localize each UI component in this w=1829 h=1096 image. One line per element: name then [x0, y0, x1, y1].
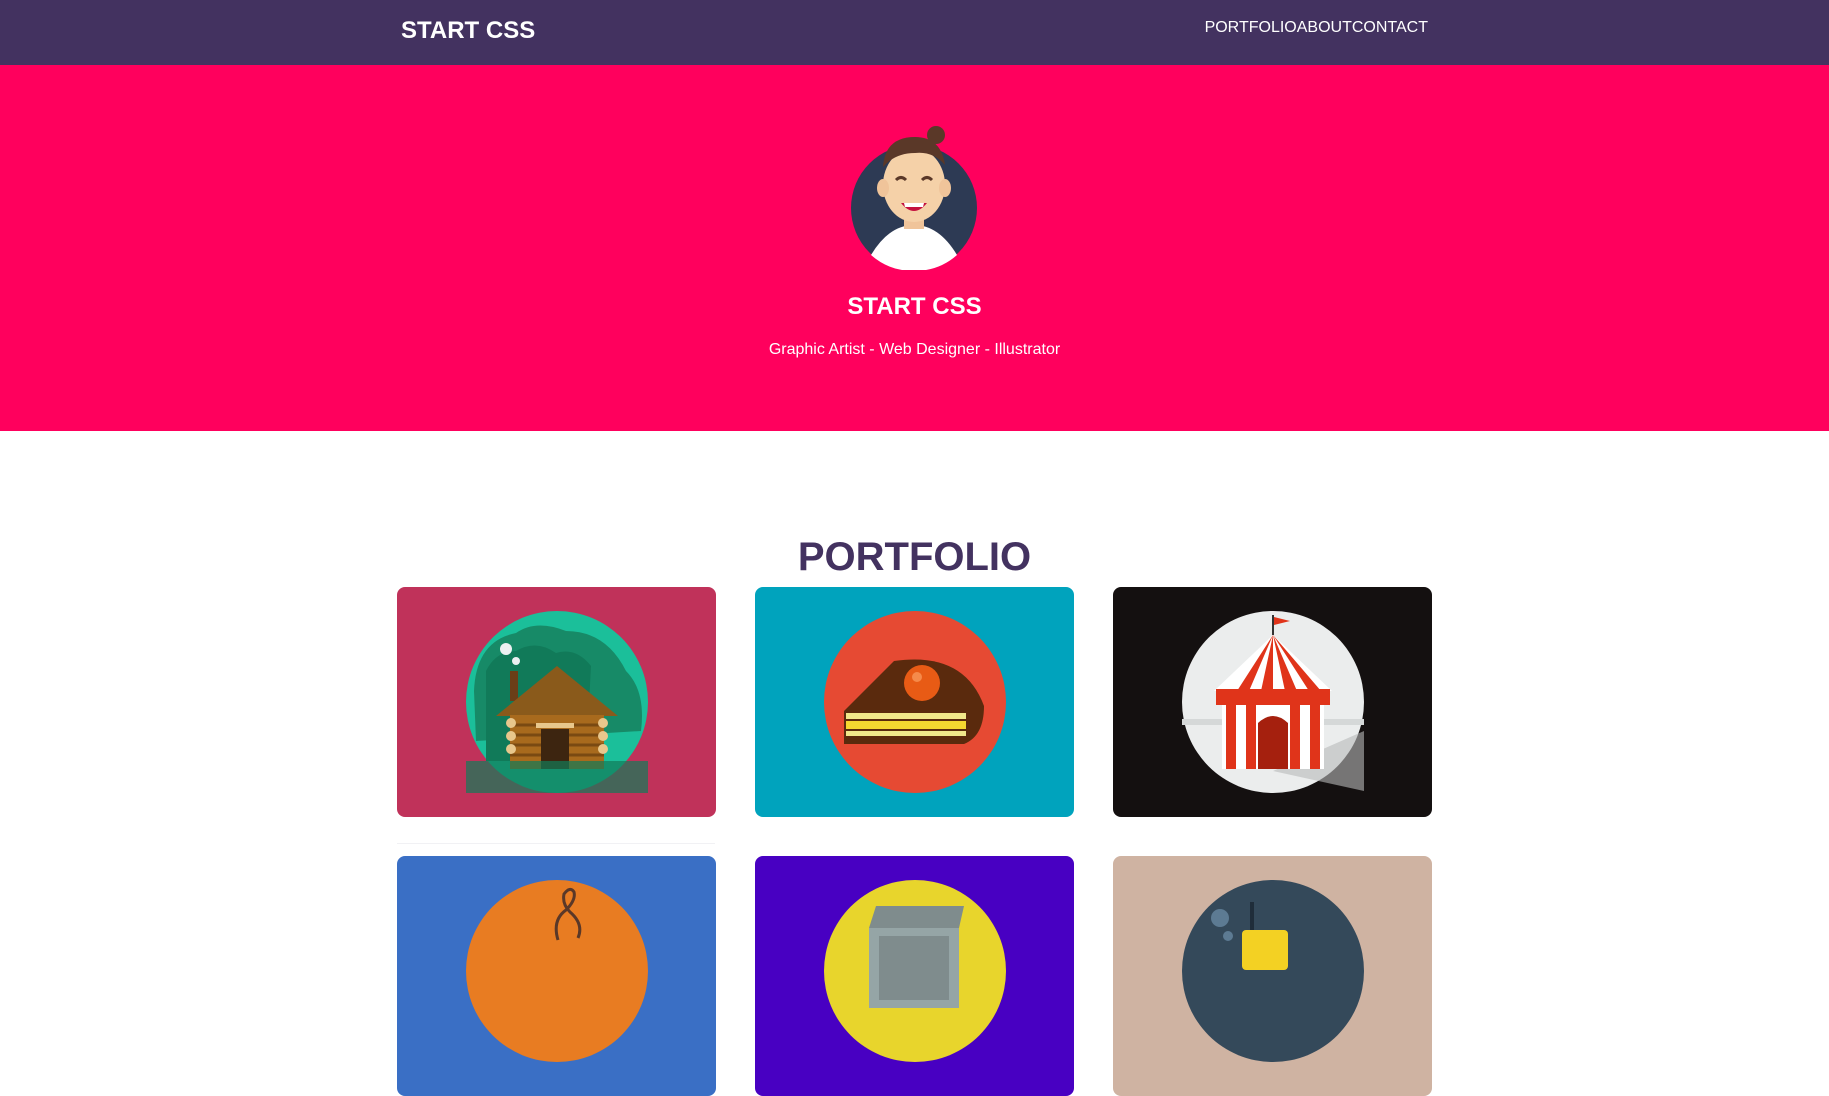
nav-about-link[interactable]: ABOUT [1297, 19, 1352, 37]
portfolio-heading: PORTFOLIO [797, 535, 1032, 579]
card-divider [397, 843, 715, 844]
avatar-icon [851, 126, 977, 270]
nav-contact-link[interactable]: CONTACT [1352, 19, 1428, 37]
log-cabin-icon [466, 611, 648, 793]
brand-link[interactable]: START CSS [401, 17, 535, 45]
top-navbar: START CSS PORTFOLIO ABOUT CONTACT [0, 0, 1829, 65]
balloon-icon [466, 880, 648, 1062]
portfolio-item-submarine[interactable] [1113, 856, 1432, 1096]
hero-title: START CSS [847, 293, 982, 320]
portfolio-item-balloon[interactable] [397, 856, 716, 1096]
circus-tent-icon [1182, 611, 1364, 793]
portfolio-item-circus[interactable] [1113, 587, 1432, 817]
safe-box-icon [824, 880, 1006, 1062]
submarine-icon [1182, 880, 1364, 1062]
portfolio-item-cake[interactable] [755, 587, 1074, 817]
hero-subtitle: Graphic Artist - Web Designer - Illustra… [768, 341, 1061, 358]
cake-slice-icon [824, 611, 1006, 793]
portfolio-item-safe[interactable] [755, 856, 1074, 1096]
nav-portfolio-link[interactable]: PORTFOLIO [1205, 19, 1297, 37]
hero-section: START CSS Graphic Artist - Web Designer … [0, 65, 1829, 431]
portfolio-item-cabin[interactable] [397, 587, 716, 817]
nav-menu: PORTFOLIO ABOUT CONTACT [1205, 19, 1428, 37]
